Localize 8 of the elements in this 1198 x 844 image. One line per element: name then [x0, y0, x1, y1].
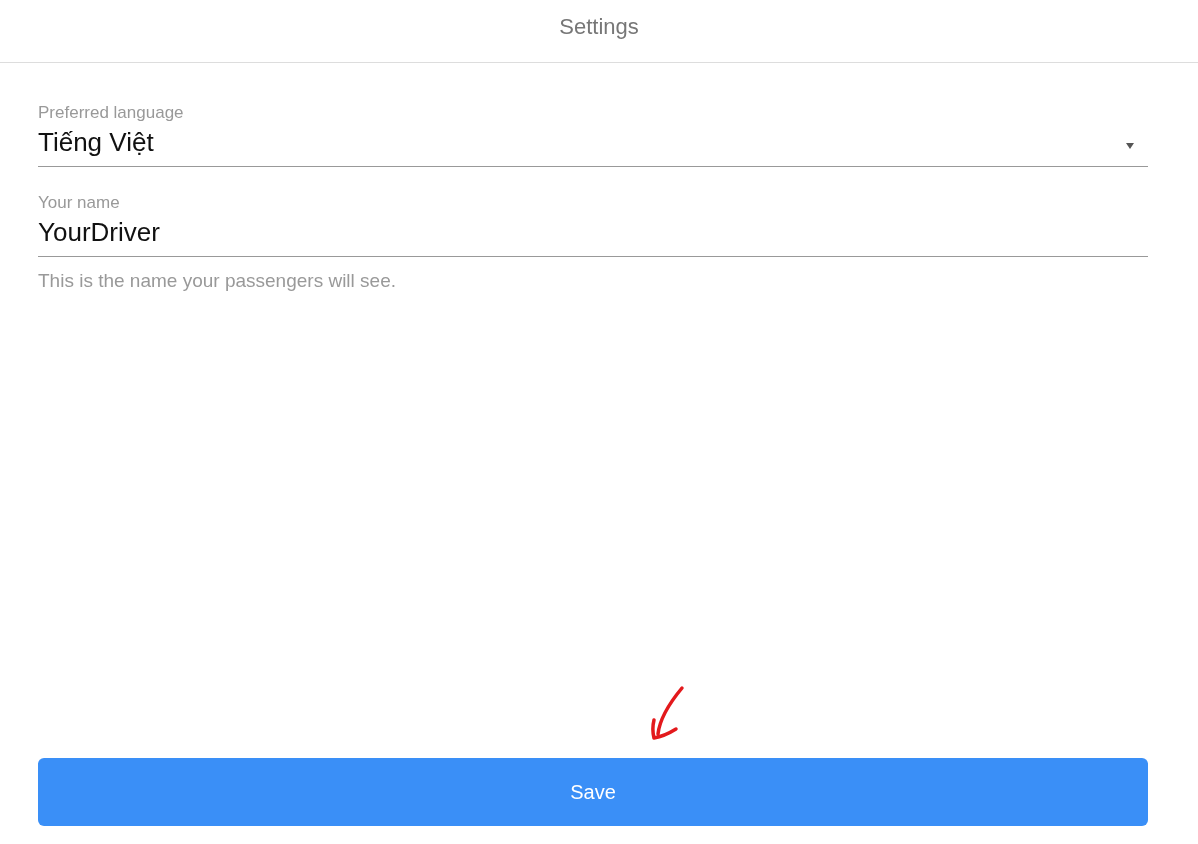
caret-icon	[1126, 142, 1134, 149]
page-title: Settings	[559, 14, 639, 40]
language-dropdown[interactable]: Tiếng Việt	[38, 123, 1148, 167]
field-label: Your name	[38, 193, 120, 213]
arrow-annotation-icon	[651, 686, 684, 740]
field-label: Preferred language	[38, 103, 184, 123]
name-input-field[interactable]: YourDriver	[38, 213, 1148, 257]
help-text: This is the name your passengers will see.	[38, 270, 396, 292]
